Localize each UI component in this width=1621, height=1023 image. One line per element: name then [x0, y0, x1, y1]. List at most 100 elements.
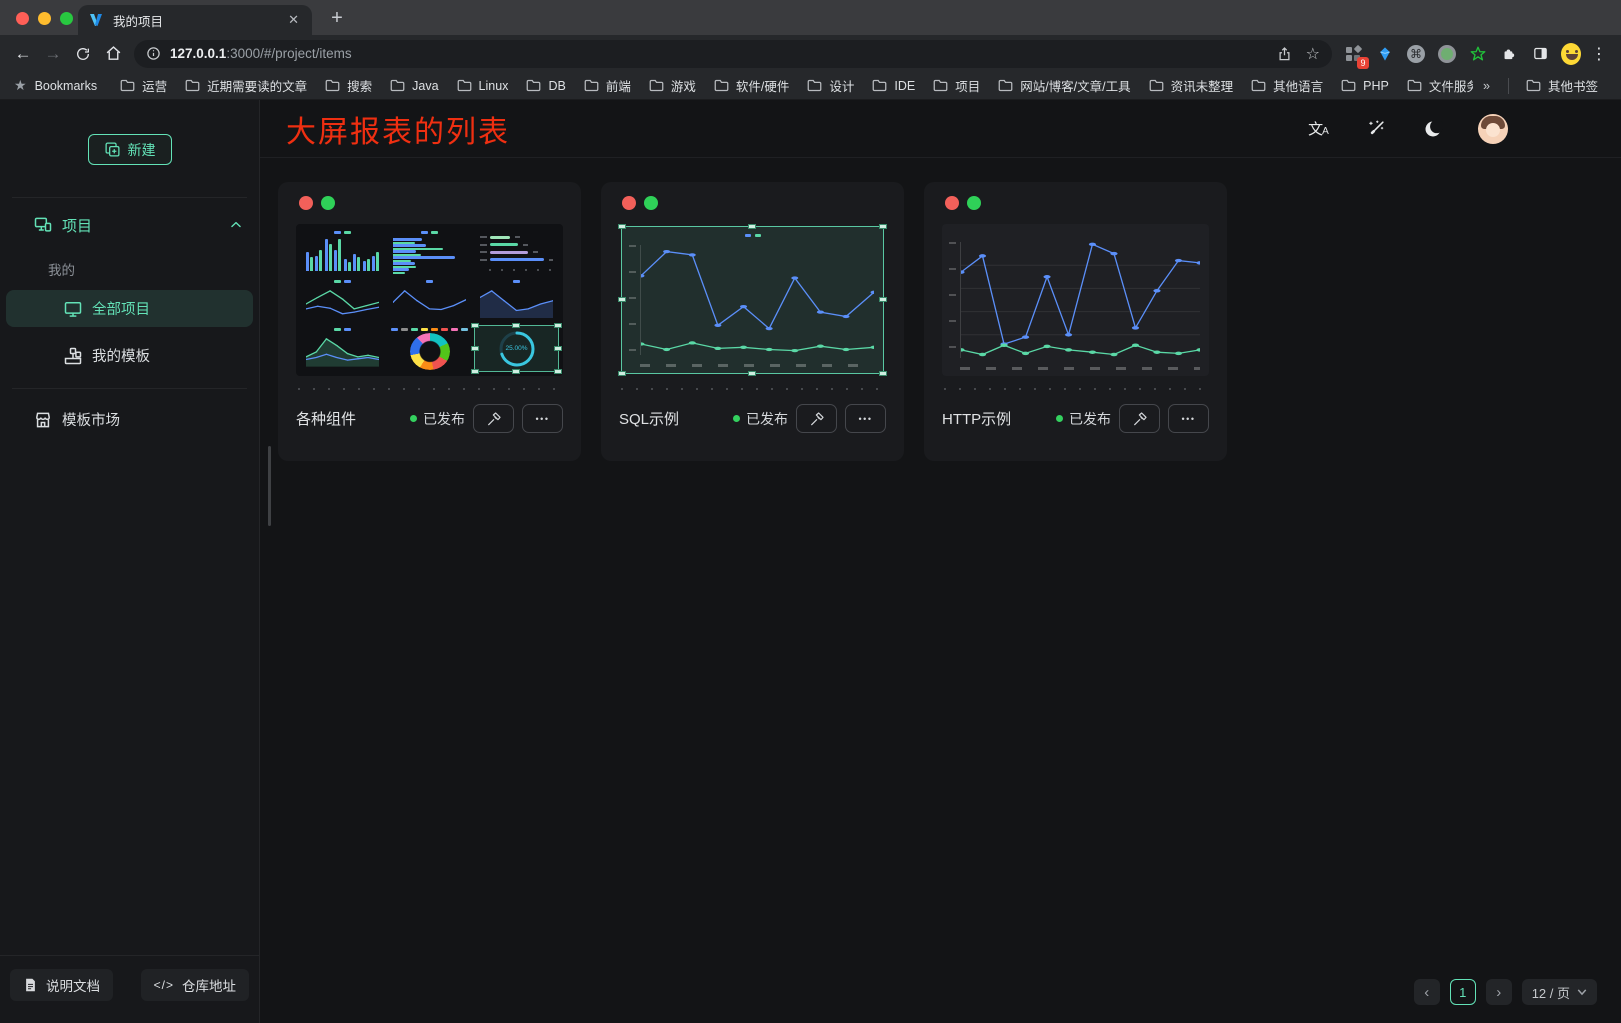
bookmark-label: 资讯未整理: [1171, 76, 1234, 95]
browser-window: 我的项目 ✕ + ← → 127.0.0.1:3000/#/project/it…: [0, 0, 1621, 100]
bookmark-folder[interactable]: 资讯未整理: [1140, 73, 1243, 98]
tab-close-icon[interactable]: ✕: [285, 12, 302, 28]
selection-handle[interactable]: [879, 371, 887, 376]
new-tab-button[interactable]: +: [322, 3, 352, 33]
project-card-list: 25.00% 各种组件 已发布 •••: [260, 158, 1621, 461]
extension-record-icon[interactable]: [1437, 44, 1457, 64]
address-bar[interactable]: 127.0.0.1:3000/#/project/items ☆: [134, 40, 1332, 68]
back-button[interactable]: ←: [8, 39, 38, 69]
profile-avatar-emoji[interactable]: [1561, 44, 1581, 64]
project-thumbnail[interactable]: [942, 224, 1209, 376]
browser-tab[interactable]: 我的项目 ✕: [78, 5, 312, 35]
side-panel-icon[interactable]: [1530, 44, 1550, 64]
tab-strip: 我的项目 ✕ +: [0, 0, 1621, 35]
close-window-button[interactable]: [16, 12, 29, 25]
selection-handle[interactable]: [618, 224, 626, 229]
minimize-window-button[interactable]: [38, 12, 51, 25]
scrollbar[interactable]: [268, 446, 271, 526]
page-size-select[interactable]: 12 / 页: [1522, 979, 1597, 1005]
theme-wand-button[interactable]: [1364, 117, 1388, 141]
bookmark-folder[interactable]: 设计: [798, 73, 863, 98]
bookmarks-label[interactable]: Bookmarks: [35, 79, 98, 93]
folder-icon: [1407, 79, 1422, 92]
project-thumbnail[interactable]: [619, 224, 886, 376]
repo-button[interactable]: </> 仓库地址: [141, 969, 249, 1001]
docs-button[interactable]: 说明文档: [10, 969, 113, 1001]
selection-handle[interactable]: [554, 323, 562, 328]
status-badge: 已发布: [733, 409, 788, 429]
bookmark-folder[interactable]: DB: [517, 76, 574, 96]
selection-handle[interactable]: [512, 323, 520, 328]
extension-grid-icon[interactable]: 9: [1344, 44, 1364, 64]
bookmark-folder[interactable]: Linux: [448, 76, 518, 96]
current-page-button[interactable]: 1: [1450, 979, 1476, 1005]
extensions-puzzle-icon[interactable]: [1499, 44, 1519, 64]
selection-handle[interactable]: [471, 346, 479, 351]
all-projects-label: 全部项目: [92, 298, 150, 319]
bookmarks-star-icon[interactable]: ★: [14, 77, 27, 94]
selection-handle[interactable]: [618, 371, 626, 376]
bookmark-label: 文件服务器: [1429, 76, 1473, 95]
extension-star-icon[interactable]: [1468, 44, 1488, 64]
page-header: 大屏报表的列表 文A: [260, 100, 1621, 158]
extension-command-icon[interactable]: ⌘: [1406, 44, 1426, 64]
bookmark-folder[interactable]: 前端: [575, 73, 640, 98]
next-page-button[interactable]: ›: [1486, 979, 1512, 1005]
project-thumbnail[interactable]: 25.00%: [296, 224, 563, 376]
more-actions-button[interactable]: •••: [522, 404, 563, 433]
sidebar-item-all-projects[interactable]: 全部项目: [6, 290, 253, 327]
repo-label: 仓库地址: [182, 975, 236, 995]
selection-handle[interactable]: [879, 297, 887, 302]
edit-project-button[interactable]: [473, 404, 514, 433]
selection-handle[interactable]: [554, 346, 562, 351]
selection-handle[interactable]: [512, 369, 520, 374]
prev-page-button[interactable]: ‹: [1414, 979, 1440, 1005]
dark-mode-button[interactable]: [1421, 117, 1445, 141]
language-toggle-button[interactable]: 文A: [1307, 117, 1331, 141]
window-controls[interactable]: [16, 12, 73, 25]
bookmark-folder[interactable]: 游戏: [640, 73, 705, 98]
new-project-button[interactable]: 新建: [88, 134, 172, 165]
sidebar-item-template-market[interactable]: 模板市场: [0, 401, 259, 438]
bookmark-folder[interactable]: 搜索: [316, 73, 381, 98]
home-button[interactable]: [98, 39, 128, 69]
selection-handle[interactable]: [879, 224, 887, 229]
selection-handle[interactable]: [618, 297, 626, 302]
bookmark-folder[interactable]: PHP: [1332, 76, 1398, 96]
zoom-window-button[interactable]: [60, 12, 73, 25]
reload-button[interactable]: [68, 39, 98, 69]
browser-menu-button[interactable]: ⋮: [1585, 44, 1613, 64]
forward-button[interactable]: →: [38, 39, 68, 69]
other-bookmarks[interactable]: 其他书签: [1517, 73, 1607, 98]
bookmark-folder[interactable]: 文件服务器: [1398, 73, 1473, 98]
selection-handle[interactable]: [554, 369, 562, 374]
bookmark-folder[interactable]: IDE: [863, 76, 924, 96]
bookmark-folder[interactable]: 其他语言: [1242, 73, 1332, 98]
extension-gem-icon[interactable]: [1375, 44, 1395, 64]
edit-project-button[interactable]: [796, 404, 837, 433]
selection-handle[interactable]: [748, 224, 756, 229]
sidebar-section-projects[interactable]: 项目: [0, 210, 259, 240]
bookmark-folder[interactable]: 软件/硬件: [705, 73, 798, 98]
sidebar-item-my-templates[interactable]: 我的模板: [6, 337, 253, 374]
folder-icon: [584, 79, 599, 92]
selection-handle[interactable]: [748, 371, 756, 376]
share-button[interactable]: [1277, 46, 1292, 62]
user-avatar[interactable]: [1478, 114, 1508, 144]
more-actions-button[interactable]: •••: [1168, 404, 1209, 433]
status-badge: 已发布: [410, 409, 465, 429]
bookmark-folder[interactable]: 网站/博客/文章/工具: [989, 73, 1139, 98]
bookmark-folder[interactable]: Java: [381, 76, 447, 96]
chevron-up-icon[interactable]: [229, 218, 243, 232]
more-actions-button[interactable]: •••: [845, 404, 886, 433]
bookmarks-overflow-chevron[interactable]: »: [1473, 79, 1500, 93]
bookmark-label: 游戏: [671, 76, 696, 95]
bookmark-page-button[interactable]: ☆: [1306, 44, 1320, 64]
edit-project-button[interactable]: [1119, 404, 1160, 433]
bookmark-folder[interactable]: 项目: [924, 73, 989, 98]
green-dot: [967, 196, 981, 210]
selection-handle[interactable]: [471, 369, 479, 374]
bookmark-folder[interactable]: 运营: [111, 73, 176, 98]
selection-handle[interactable]: [471, 323, 479, 328]
bookmark-folder[interactable]: 近期需要读的文章: [176, 73, 316, 98]
